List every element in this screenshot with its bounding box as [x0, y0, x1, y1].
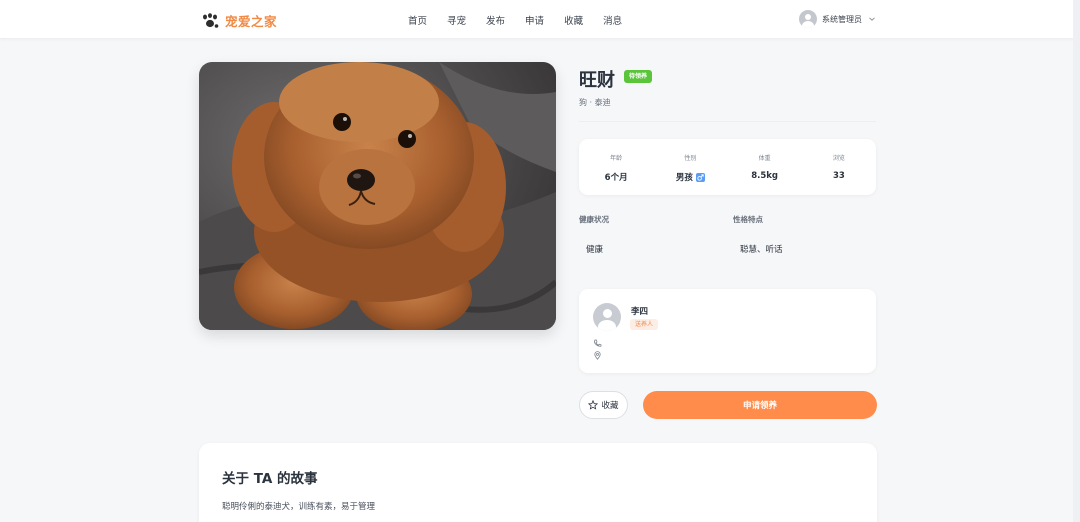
stat-label: 年龄 [610, 155, 623, 162]
pet-name: 旺财 [579, 70, 615, 91]
nav-home[interactable]: 首页 [408, 13, 427, 27]
male-icon [695, 172, 705, 182]
scrollbar-track[interactable] [1073, 0, 1080, 522]
stat-label: 浏览 [832, 155, 845, 162]
stat-age: 年龄 6个月 [579, 139, 653, 195]
user-name: 系统管理员 [822, 14, 862, 24]
stat-gender: 性别 男孩 [653, 139, 727, 195]
stat-value: 8.5kg [751, 171, 779, 181]
owner-role-badge: 送养人 [630, 319, 659, 330]
favorite-label: 收藏 [601, 401, 619, 411]
stat-value: 男孩 [675, 173, 693, 183]
phone-icon [594, 339, 602, 347]
personality-label: 性格特点 [733, 215, 763, 224]
pet-photo [199, 62, 556, 330]
story-text: 聪明伶俐的泰迪犬，训练有素，易于管理 [222, 502, 376, 512]
user-menu[interactable]: 系统管理员 [799, 10, 877, 28]
stat-weight: 体重 8.5kg [728, 139, 802, 195]
top-navbar: 宠爱之家 首页 寻宠 发布 申请 收藏 消息 系统管理员 [0, 0, 1080, 39]
apply-adopt-button[interactable]: 申请领养 [643, 391, 877, 419]
health-value: 健康 [586, 245, 604, 255]
owner-name: 李四 [631, 307, 649, 317]
pet-stats-card: 年龄 6个月 性别 男孩 体重 8.5kg 浏览 33 [579, 139, 876, 195]
chevron-down-icon [869, 17, 875, 21]
health-label: 健康状况 [579, 215, 609, 224]
nav-messages[interactable]: 消息 [603, 13, 622, 27]
main-nav: 首页 寻宠 发布 申请 收藏 消息 [398, 0, 632, 39]
status-badge: 待领养 [624, 70, 653, 83]
stat-views: 浏览 33 [802, 139, 876, 195]
nav-favorites[interactable]: 收藏 [564, 13, 583, 27]
nav-publish[interactable]: 发布 [486, 13, 505, 27]
stat-label: 性别 [684, 155, 697, 162]
story-card: 关于 TA 的故事 聪明伶俐的泰迪犬，训练有素，易于管理 [199, 443, 877, 522]
location-pin-icon [594, 351, 601, 360]
divider [579, 121, 876, 122]
user-avatar [799, 10, 817, 28]
star-icon [588, 400, 599, 410]
favorite-button[interactable]: 收藏 [579, 391, 628, 419]
nav-find-pet[interactable]: 寻宠 [447, 13, 466, 27]
nav-applications[interactable]: 申请 [525, 13, 544, 27]
owner-avatar [593, 303, 621, 331]
stat-value: 6个月 [604, 173, 628, 183]
logo[interactable]: 宠爱之家 [201, 11, 277, 30]
stat-label: 体重 [758, 155, 771, 162]
personality-value: 聪慧、听话 [740, 245, 783, 255]
owner-card: 李四 送养人 [579, 289, 876, 373]
story-title: 关于 TA 的故事 [222, 471, 318, 487]
logo-text: 宠爱之家 [225, 14, 278, 29]
paw-icon [203, 12, 219, 28]
pet-breed: 狗 · 泰迪 [579, 98, 611, 107]
stat-value: 33 [832, 171, 845, 181]
